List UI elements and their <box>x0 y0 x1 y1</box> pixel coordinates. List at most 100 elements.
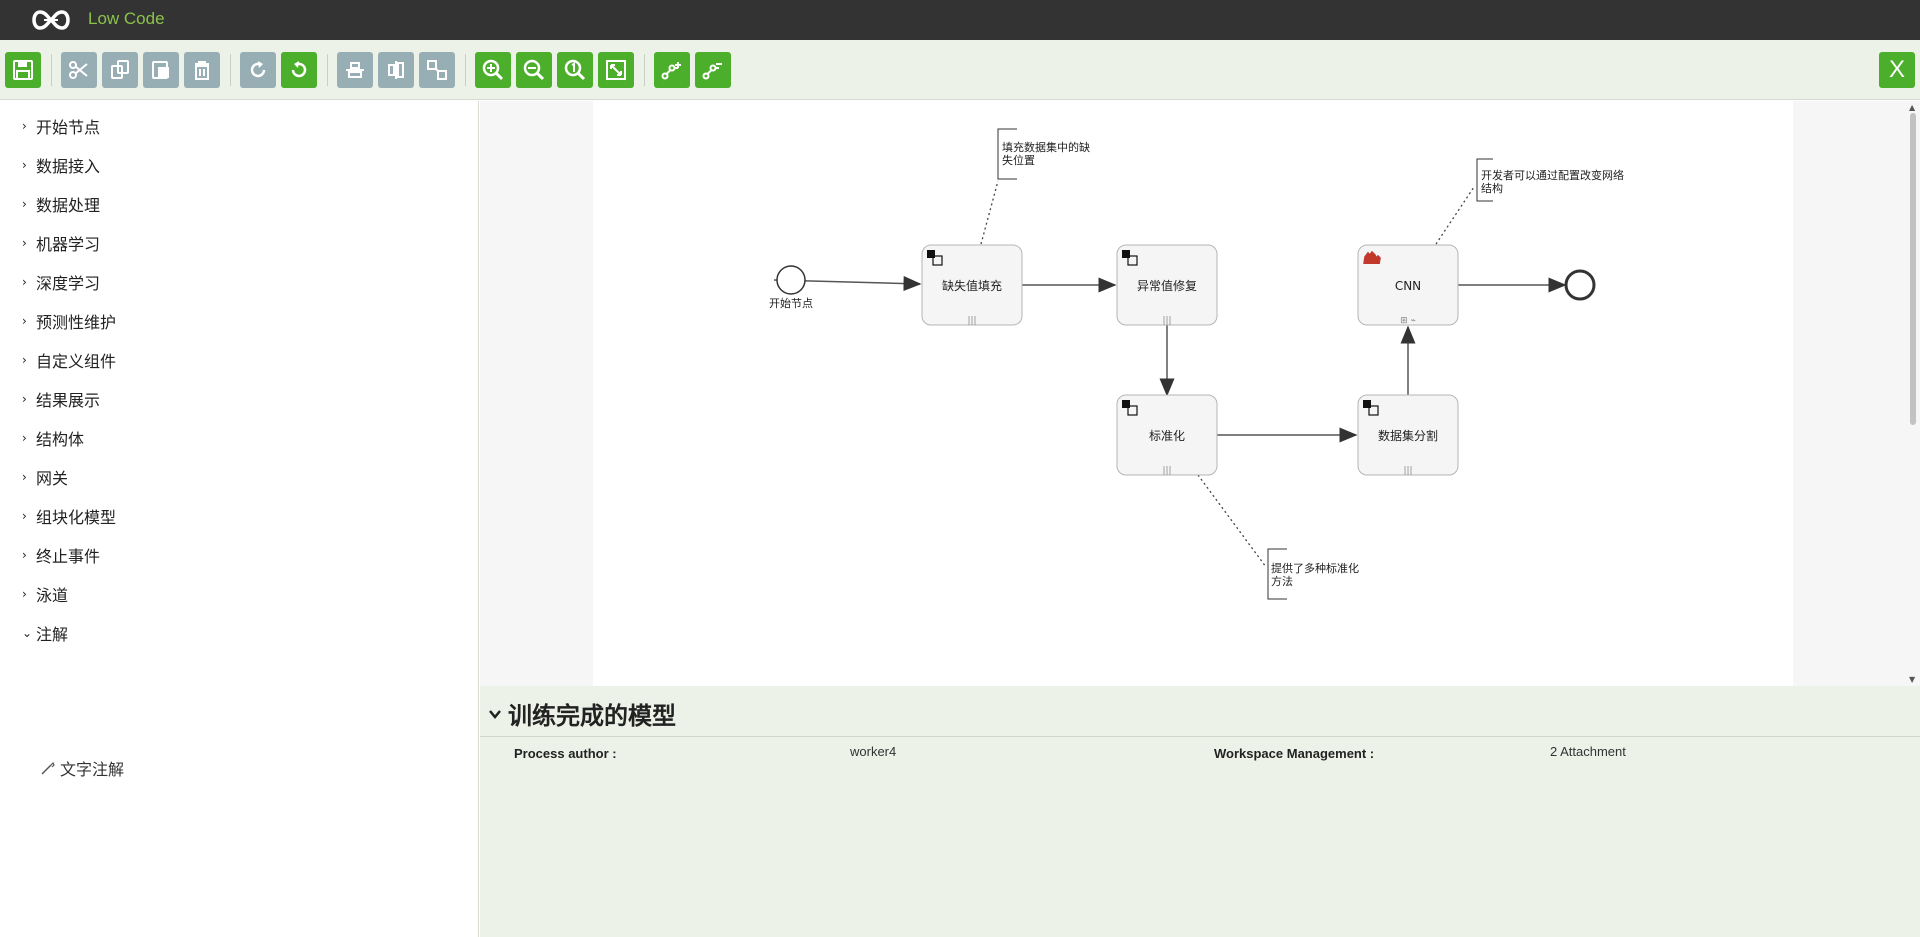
scroll-up-icon[interactable]: ▲ <box>1909 103 1915 112</box>
chevron-right-icon: › <box>22 197 27 211</box>
palette-group-label: 预测性维护 <box>36 313 117 332</box>
palette-group[interactable]: › 数据处理 <box>22 193 100 215</box>
align-vertical-button[interactable] <box>337 52 373 88</box>
palette-item-text-annotation[interactable]: 文字注解 <box>40 756 124 780</box>
save-button[interactable] <box>5 52 41 88</box>
paste-button[interactable] <box>143 52 179 88</box>
task-cnn[interactable]: CNN ⊞ ⌁ <box>1357 244 1459 326</box>
cut-button[interactable] <box>61 52 97 88</box>
chevron-down-icon <box>489 709 501 719</box>
task-label: 标准化 <box>1149 429 1185 443</box>
palette-item-label: 文字注解 <box>60 760 125 779</box>
multi-instance-marker-icon: ||| <box>1162 316 1171 326</box>
zoom-actual-icon <box>564 59 586 81</box>
text-annotation[interactable]: 提供了多种标准化 方法 <box>1267 548 1359 600</box>
annotation-text: 提供了多种标准化 <box>1271 561 1359 575</box>
properties-title: 训练完成的模型 <box>508 702 676 730</box>
scrollbar-thumb[interactable] <box>1910 113 1916 425</box>
redo-button[interactable] <box>240 52 276 88</box>
cut-icon <box>69 61 88 79</box>
text-annotation[interactable]: 开发者可以通过配置改变网络 结构 <box>1476 158 1624 202</box>
palette-group[interactable]: › 数据接入 <box>22 154 100 176</box>
add-bendpoint-button[interactable] <box>654 52 690 88</box>
chevron-right-icon: › <box>22 509 27 523</box>
undo-button[interactable] <box>281 52 317 88</box>
chevron-down-icon: ⌄ <box>22 626 33 640</box>
undo-icon <box>291 61 307 78</box>
app-header: Low Code <box>0 0 1920 40</box>
diagram-canvas[interactable]: 开始节点 缺失值填充 ||| 异常值修复 ||| 标准化 ||| 数据集分割 |… <box>593 101 1793 686</box>
remove-bendpoint-icon <box>702 63 722 80</box>
delete-icon <box>195 61 209 80</box>
annotation-text: 开发者可以通过配置改变网络 <box>1481 168 1624 182</box>
zoom-out-button[interactable] <box>516 52 552 88</box>
paste-icon <box>152 61 169 79</box>
zoom-actual-button[interactable] <box>557 52 593 88</box>
close-button[interactable]: X <box>1879 52 1915 88</box>
delete-button[interactable] <box>184 52 220 88</box>
start-event-label: 开始节点 <box>769 296 813 310</box>
association-line[interactable] <box>1197 474 1267 568</box>
task-label: 数据集分割 <box>1378 428 1438 443</box>
palette-group-expanded[interactable]: ⌄ 注解 <box>22 622 68 644</box>
association-line[interactable] <box>1435 186 1475 245</box>
end-event[interactable] <box>1564 269 1596 301</box>
toolbar-separator <box>465 54 466 86</box>
same-size-button[interactable] <box>419 52 455 88</box>
scroll-down-icon[interactable]: ▼ <box>1909 675 1915 684</box>
align-horizontal-button[interactable] <box>378 52 414 88</box>
palette-group[interactable]: › 组块化模型 <box>22 505 116 527</box>
process-diagram[interactable]: 开始节点 缺失值填充 ||| 异常值修复 ||| 标准化 ||| 数据集分割 |… <box>593 101 1793 686</box>
palette-group[interactable]: › 开始节点 <box>22 115 100 137</box>
redo-icon <box>250 61 266 78</box>
palette-group-label: 注解 <box>36 625 69 644</box>
palette-group-label: 结果展示 <box>36 391 101 410</box>
palette-group[interactable]: › 结果展示 <box>22 388 100 410</box>
chevron-right-icon: › <box>22 314 27 328</box>
task-outlier-repair[interactable]: 异常值修复 ||| <box>1116 244 1218 326</box>
palette-group-label: 自定义组件 <box>36 352 117 371</box>
chevron-right-icon: › <box>22 353 27 367</box>
align-horizontal-icon <box>388 61 404 79</box>
diagram-canvas-area[interactable]: 开始节点 缺失值填充 ||| 异常值修复 ||| 标准化 ||| 数据集分割 |… <box>480 101 1920 686</box>
palette-group[interactable]: › 深度学习 <box>22 271 100 293</box>
palette-group[interactable]: › 网关 <box>22 466 68 488</box>
palette-group[interactable]: › 自定义组件 <box>22 349 116 371</box>
properties-header[interactable]: 训练完成的模型 <box>488 696 676 731</box>
palette-group[interactable]: › 泳道 <box>22 583 68 605</box>
app-title: Low Code <box>88 9 165 28</box>
palette-group[interactable]: › 结构体 <box>22 427 84 449</box>
zoom-in-button[interactable] <box>475 52 511 88</box>
task-dataset-split[interactable]: 数据集分割 ||| <box>1357 394 1459 476</box>
palette-group[interactable]: › 预测性维护 <box>22 310 116 332</box>
zoom-in-icon <box>482 59 504 81</box>
remove-bendpoint-button[interactable] <box>695 52 731 88</box>
start-event[interactable] <box>776 265 806 295</box>
palette-group-label: 机器学习 <box>36 235 101 254</box>
workspace-management-value[interactable]: 2 Attachment <box>1550 744 1626 759</box>
add-bendpoint-icon <box>661 62 681 80</box>
association-line[interactable] <box>980 180 999 245</box>
text-annotation[interactable]: 填充数据集中的缺 失位置 <box>997 128 1090 180</box>
properties-panel: 训练完成的模型 Process author : worker4 Workspa… <box>480 686 1920 937</box>
toolbar: X <box>0 40 1920 100</box>
zoom-fit-icon <box>606 60 626 80</box>
infinity-logo-icon <box>32 10 70 30</box>
zoom-fit-button[interactable] <box>598 52 634 88</box>
vertical-scrollbar[interactable]: ▲ ▼ <box>1906 101 1920 686</box>
toolbar-separator <box>327 54 328 86</box>
task-missing-value-fill[interactable]: 缺失值填充 ||| <box>921 244 1023 326</box>
loop-marker-icon: ⊞ ⌁ <box>1400 316 1416 326</box>
palette-group-label: 网关 <box>36 469 69 488</box>
copy-button[interactable] <box>102 52 138 88</box>
palette-group[interactable]: › 终止事件 <box>22 544 100 566</box>
chevron-right-icon: › <box>22 392 27 406</box>
task-label: CNN <box>1395 279 1421 293</box>
zoom-out-icon <box>523 59 545 81</box>
palette-sidebar: › 开始节点 › 数据接入 › 数据处理 › 机器学习 › 深度学习 › 预测性维护 › 自定… <box>0 101 479 937</box>
task-normalize[interactable]: 标准化 ||| <box>1116 394 1218 476</box>
palette-group[interactable]: › 机器学习 <box>22 232 100 254</box>
toolbar-separator <box>51 54 52 86</box>
process-author-value[interactable]: worker4 <box>850 744 896 759</box>
annotation-text: 填充数据集中的缺 <box>1002 140 1090 154</box>
